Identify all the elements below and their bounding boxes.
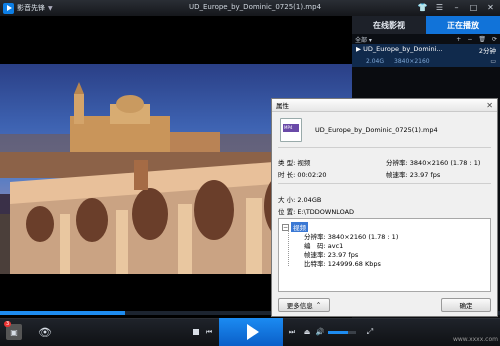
divider [278,183,491,184]
stream-details-tree[interactable]: − 视频 分辨率: 3840×2160 (1.78 : 1) 编 码: avc1… [278,218,491,292]
fullscreen-button[interactable]: ⤢ [365,327,375,337]
volume-icon[interactable]: 🔊 [315,327,325,337]
playlist-toolbar: 全部 ▾ + − 🗑 ⟳ [352,34,500,44]
next-button[interactable]: ⏭ [287,327,297,337]
more-info-label: 更多信息 [286,302,313,310]
previous-button[interactable]: ⏮ [204,327,214,337]
play-button[interactable] [241,322,261,342]
app-menu-button[interactable]: 影音先锋 ▼ [3,2,53,14]
resolution-row: 分辨率: 3840×2160 (1.78 : 1) [386,157,480,167]
skin-icon[interactable]: 👕 [416,1,429,14]
dialog-close-icon[interactable]: ✕ [486,101,493,110]
chevron-down-icon: ▼ [48,4,53,12]
duration-label: 时 长: [278,171,296,179]
duration-row: 时 长: 00:02:20 [278,169,327,179]
window-title: UD_Europe_by_Dominic_0725(1).mp4 [188,3,322,11]
stop-button[interactable] [191,327,201,337]
playlist-item-title: ▶ UD_Europe_by_Domini... [356,45,443,53]
properties-dialog: 属性 ✕ MP4 UD_Europe_by_Dominic_0725(1).mp… [271,98,498,317]
open-file-button[interactable]: ⏏ [302,327,312,337]
app-logo-icon [3,2,14,14]
title-bar: 影音先锋 ▼ UD_Europe_by_Dominic_0725(1).mp4 … [0,0,500,16]
filter-label: 全部 [355,36,368,44]
panel-tabs: 在线影视 正在播放 [352,16,500,34]
video-file-icon: MP4 [280,118,302,142]
file-icon-text: MP4 [284,125,293,130]
notification-badge: 3 [4,321,12,327]
volume-slider-fill [328,331,348,334]
delete-icon[interactable]: 🗑 [478,36,486,43]
close-button[interactable]: ✕ [484,1,497,14]
window-controls: 👕 ☰ – □ ✕ [416,1,497,14]
size-value: 2.04GB [297,196,322,204]
expand-icon: ⤢ [366,327,374,336]
tab-now-playing[interactable]: 正在播放 [426,16,500,34]
duration-value: 00:02:20 [297,171,327,179]
divider [278,147,491,148]
bell-icon: ▣ [10,327,18,337]
player-window: 影音先锋 ▼ UD_Europe_by_Dominic_0725(1).mp4 … [0,0,500,346]
framerate-label: 帧速率: [386,171,408,179]
playlist-item-duration: 2分钟 [478,47,496,55]
remove-icon[interactable]: − [467,36,472,43]
playlist-item-resolution: 3840×2160 [394,58,430,65]
more-info-button[interactable]: 更多信息 ⌃ [278,298,330,312]
eye-icon[interactable]: 👁 [34,325,56,339]
folder-icon[interactable]: ▭ [490,58,496,65]
resolution-label: 分辨率: [386,159,408,167]
volume-slider[interactable] [328,331,356,334]
maximize-button[interactable]: □ [467,1,480,14]
eject-icon: ⏏ [303,328,311,336]
size-label: 大 小: [278,196,296,204]
loop-icon[interactable]: ⟳ [492,36,497,43]
watermark: www.xxxx.com [452,335,498,343]
double-chevron-up-icon: ⌃ [315,301,322,309]
resolution-value: 3840×2160 (1.78 : 1) [409,159,481,167]
location-row: 位 置: E:\TDDOWNLOAD [278,206,354,216]
dialog-title: 属性 [276,102,289,110]
dialog-filename: UD_Europe_by_Dominic_0725(1).mp4 [315,126,438,134]
app-name: 影音先锋 [17,4,45,12]
ok-label: 确定 [459,302,473,310]
minimize-button[interactable]: – [450,1,463,14]
previous-icon: ⏮ [205,327,213,336]
framerate-value: 23.97 fps [409,171,441,179]
type-label: 类 型: [278,159,296,167]
add-icon[interactable]: + [456,36,461,43]
stop-icon [193,329,199,335]
play-icon [246,324,259,340]
tree-line [288,230,289,266]
type-row: 类 型: 视频 [278,157,310,167]
playlist-item-size: 2.04G [366,58,385,65]
seek-bar-fill [0,311,125,315]
size-row: 大 小: 2.04GB [278,194,321,204]
tab-online[interactable]: 在线影视 [352,16,426,34]
dialog-title-bar: 属性 ✕ [272,99,497,112]
notification-button[interactable]: ▣ 3 [4,321,22,340]
ok-button[interactable]: 确定 [441,298,491,312]
detail-bitrate: 比特率: 124999.68 Kbps [304,260,381,268]
framerate-row: 帧速率: 23.97 fps [386,169,440,179]
filter-dropdown[interactable]: 全部 ▾ [355,35,372,44]
next-icon: ⏭ [288,327,296,336]
menu-icon[interactable]: ☰ [433,1,446,14]
playlist-item[interactable]: ▶ UD_Europe_by_Domini... 2分钟 2.04G 3840×… [352,44,500,67]
location-value: E:\TDDOWNLOAD [297,208,355,216]
location-label: 位 置: [278,208,296,216]
type-value: 视频 [297,159,311,167]
